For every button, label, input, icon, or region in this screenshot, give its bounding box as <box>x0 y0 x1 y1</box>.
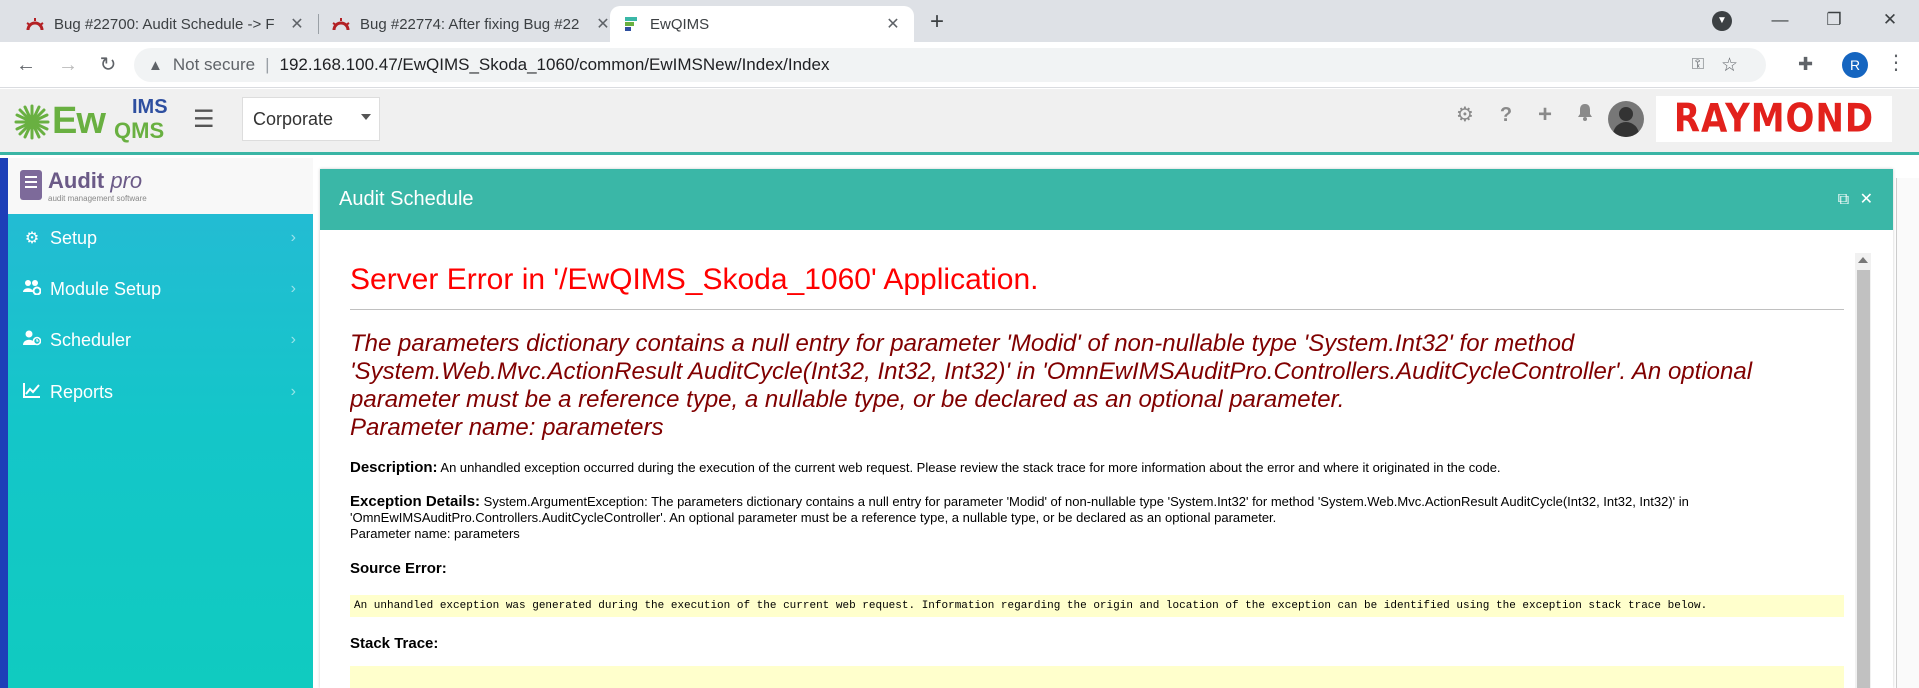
close-icon[interactable]: ✕ <box>884 14 902 34</box>
unit-select[interactable]: Corporate <box>242 97 380 141</box>
scrollbar[interactable] <box>1855 253 1871 688</box>
close-icon[interactable]: ✕ <box>1860 191 1873 208</box>
error-message: The parameters dictionary contains a nul… <box>350 330 1753 441</box>
exception-details: Exception Details: System.ArgumentExcept… <box>350 493 1689 542</box>
logo-text-ew: Ew <box>52 100 106 142</box>
scrollbar-thumb[interactable] <box>1857 270 1870 688</box>
minimize-button[interactable]: — <box>1752 0 1808 42</box>
chevron-right-icon: › <box>290 383 296 400</box>
source-error-box: An unhandled exception was generated dur… <box>350 595 1844 617</box>
panel-title: Audit Schedule <box>339 188 474 210</box>
url-text[interactable]: 192.168.100.47/EwQIMS_Skoda_1060/common/… <box>279 55 829 75</box>
server-error-content: Server Error in '/EwQIMS_Skoda_1060' App… <box>350 253 1844 688</box>
users-gear-icon <box>22 279 42 300</box>
redmine-icon <box>332 15 350 33</box>
logo-text-ims: IMS <box>132 96 168 118</box>
scroll-up-arrow-icon[interactable] <box>1858 257 1868 263</box>
close-icon[interactable]: ✕ <box>288 14 306 34</box>
error-description: Description: An unhandled exception occu… <box>350 459 1501 476</box>
warning-icon[interactable]: ▲ <box>148 57 163 74</box>
tab-title: Bug #22700: Audit Schedule -> F <box>54 15 275 33</box>
user-clock-icon <box>22 330 42 351</box>
browser-tab-bug-22700[interactable]: Bug #22700: Audit Schedule -> F ✕ <box>14 6 318 42</box>
sidebar-item-scheduler[interactable]: Scheduler › <box>22 320 302 360</box>
browser-tab-bug-22774[interactable]: Bug #22774: After fixing Bug #22 ✕ <box>320 6 624 42</box>
user-avatar[interactable] <box>1608 101 1644 137</box>
stack-trace-label: Stack Trace: <box>350 635 439 652</box>
tab-title: Bug #22774: After fixing Bug #22 <box>360 15 580 33</box>
exception-label: Exception Details: <box>350 493 481 510</box>
logo-text-qms: QMS <box>114 118 165 143</box>
window-close-button[interactable]: ✕ <box>1862 0 1918 42</box>
audit-schedule-panel: Audit Schedule ⧉ ✕ Server Error in '/EwQ… <box>320 169 1893 688</box>
book-icon <box>20 170 42 200</box>
tab-title: EwQIMS <box>650 15 710 33</box>
sidebar-item-setup[interactable]: ⚙ Setup › <box>22 218 302 258</box>
address-bar[interactable]: ▲ Not secure | 192.168.100.47/EwQIMS_Sko… <box>134 48 1766 82</box>
description-label: Description: <box>350 459 438 476</box>
browser-tabstrip: Bug #22700: Audit Schedule -> F ✕ Bug #2… <box>0 0 1919 42</box>
ewqims-favicon <box>622 15 640 33</box>
browser-menu-icon[interactable]: ⋮ <box>1886 50 1906 75</box>
stack-trace-box <box>350 666 1844 688</box>
sidebar-item-reports[interactable]: Reports › <box>22 372 302 412</box>
bookmark-star-icon[interactable]: ☆ <box>1721 54 1738 77</box>
sidebar-item-label: Scheduler <box>50 329 132 350</box>
right-edge-panel <box>1896 178 1919 688</box>
add-icon[interactable]: + <box>1533 103 1557 127</box>
settings-gear-icon[interactable]: ⚙ <box>1453 103 1477 127</box>
browser-toolbar: ← → ↻ ▲ Not secure | 192.168.100.47/EwQI… <box>0 42 1919 88</box>
tab-separator <box>318 14 319 34</box>
sidebar-item-label: Setup <box>50 227 98 248</box>
chart-icon <box>22 382 42 403</box>
omnibox-divider: | <box>265 55 270 74</box>
panel-header: Audit Schedule ⧉ ✕ <box>320 169 1893 230</box>
restore-button[interactable]: ❐ <box>1806 0 1862 42</box>
sidebar-item-module-setup[interactable]: Module Setup › <box>22 269 302 309</box>
sidebar-item-label: Reports <box>50 381 114 402</box>
media-control-icon[interactable]: ▼ <box>1712 11 1732 31</box>
logo-burst-icon <box>14 104 50 140</box>
chevron-right-icon: › <box>290 229 296 246</box>
auditpro-tagline: audit management software <box>48 194 147 203</box>
source-error-label: Source Error: <box>350 560 447 577</box>
chevron-right-icon: › <box>290 331 296 348</box>
external-link-icon[interactable]: ⧉ <box>1838 191 1849 208</box>
raymond-brand-logo: RAYMOND <box>1656 96 1892 142</box>
caret-down-icon <box>361 114 371 120</box>
panel-actions: ⧉ ✕ <box>1832 189 1873 209</box>
ewqims-logo[interactable]: Ew IMS QMS <box>14 94 168 150</box>
brand-logo-text: RAYMOND <box>1673 96 1875 142</box>
reload-button[interactable]: ↻ <box>94 51 122 79</box>
error-title: Server Error in '/EwQIMS_Skoda_1060' App… <box>350 263 1844 310</box>
key-icon[interactable]: ⚿ <box>1692 56 1704 74</box>
auditpro-logo-text: Audit pro <box>48 168 143 193</box>
browser-tab-ewqims[interactable]: EwQIMS ✕ <box>610 6 914 42</box>
auditpro-logo: Audit pro audit management software <box>8 158 313 214</box>
gear-icon: ⚙ <box>24 230 40 247</box>
back-button[interactable]: ← <box>12 51 40 79</box>
profile-avatar[interactable]: R <box>1842 52 1868 78</box>
app-header: Ew IMS QMS ☰ Corporate ⚙ ? + RAYMOND <box>0 89 1919 155</box>
extensions-puzzle-icon[interactable]: ✚ <box>1798 54 1813 75</box>
sidebar: Audit pro audit management software ⚙ Se… <box>0 158 313 688</box>
new-tab-button[interactable]: + <box>922 8 952 38</box>
hamburger-menu-icon[interactable]: ☰ <box>193 105 215 134</box>
unit-select-value: Corporate <box>253 108 334 129</box>
forward-button[interactable]: → <box>54 51 82 79</box>
security-label[interactable]: Not secure <box>173 55 255 75</box>
redmine-icon <box>26 15 44 33</box>
bell-icon[interactable] <box>1573 103 1597 127</box>
sidebar-item-label: Module Setup <box>50 278 162 299</box>
chevron-right-icon: › <box>290 280 296 297</box>
help-icon[interactable]: ? <box>1494 103 1518 127</box>
